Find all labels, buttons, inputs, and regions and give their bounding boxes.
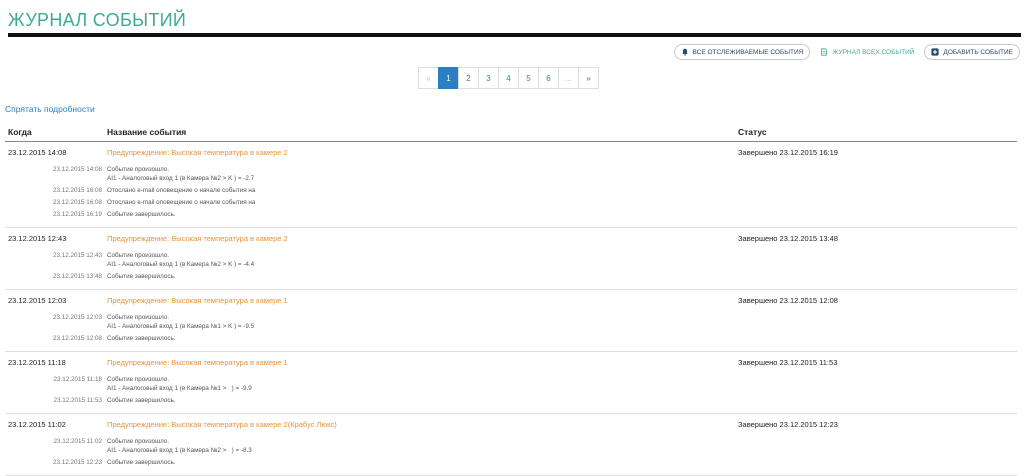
event-name-link[interactable]: Предупреждение: Высокая температура в ка… [107,234,288,243]
event-status: Завершено 23.12.2015 12:08 [738,296,838,305]
event-status: Завершено 23.12.2015 16:19 [738,148,838,157]
detail-line: 23.12.2015 12:23 Событие завершилось. [5,458,1017,467]
detail-line: 23.12.2015 12:03 Событие произошло. AI1 -… [5,313,1017,331]
event-row: 23.12.2015 12:03 Предупреждение: Высокая … [5,290,1017,352]
events-table: Когда Название события Статус 23.12.2015… [5,124,1017,476]
pagination-page-5[interactable]: 5 [518,67,539,89]
detail-line: 23.12.2015 11:02 Событие произошло. AI1 -… [5,437,1017,455]
pagination-page-2[interactable]: 2 [458,67,479,89]
hide-details-link[interactable]: Спрятать подробности [5,104,95,114]
detail-time: 23.12.2015 14:08 [52,166,102,173]
event-name-link[interactable]: Предупреждение: Высокая температура в ка… [107,420,337,429]
detail-line: 23.12.2015 12:08 Событие завершилось. [5,334,1017,343]
detail-text: Событие завершилось. [107,459,176,466]
event-when: 23.12.2015 12:43 [8,234,67,243]
pagination-ellipsis: ... [558,67,579,89]
event-summary: 23.12.2015 12:03 Предупреждение: Высокая … [5,290,1017,310]
event-details: 23.12.2015 12:43 Событие произошло. AI1 -… [5,248,1017,289]
add-event-button[interactable]: ДОБАВИТЬ СОБЫТИЕ [924,44,1020,60]
event-name-link[interactable]: Предупреждение: Высокая температура в ка… [107,148,288,157]
all-tracked-events-label: ВСЕ ОТСЛЕЖИВАЕМЫЕ СОБЫТИЯ [692,48,804,56]
detail-text: Событие произошло. AI1 - Аналоговый вход… [107,314,255,330]
page-title: ЖУРНАЛ СОБЫТИЙ [8,10,187,30]
detail-text: Отослано e-mail оповещение о начале собы… [107,187,256,194]
event-summary: 23.12.2015 14:08 Предупреждение: Высокая … [5,142,1017,162]
detail-text: Событие завершилось. [107,397,176,404]
event-summary: 23.12.2015 12:43 Предупреждение: Высокая … [5,228,1017,248]
event-status: Завершено 23.12.2015 12:23 [738,420,838,429]
event-row: 23.12.2015 12:43 Предупреждение: Высокая … [5,228,1017,290]
detail-time: 23.12.2015 11:53 [53,397,102,404]
column-when: Когда [8,127,32,137]
event-when: 23.12.2015 11:18 [8,358,66,367]
all-events-log-label: ЖУРНАЛ ВСЕХ СОБЫТИЙ [832,48,915,56]
events-body: 23.12.2015 14:08 Предупреждение: Высокая … [5,142,1017,476]
pagination-page-3[interactable]: 3 [478,67,499,89]
detail-text: Событие произошло. AI1 - Аналоговый вход… [107,376,252,392]
detail-line: 23.12.2015 11:53 Событие завершилось. [5,396,1017,405]
event-status: Завершено 23.12.2015 13:48 [738,234,838,243]
detail-line: 23.12.2015 13:48 Событие завершилось. [5,272,1017,281]
column-name: Название события [107,127,187,137]
detail-line: 23.12.2015 12:43 Событие произошло. AI1 -… [5,251,1017,269]
detail-time: 23.12.2015 11:02 [53,438,102,445]
event-name-link[interactable]: Предупреждение: Высокая температура в ка… [107,296,288,305]
pagination-prev[interactable]: « [418,67,439,89]
event-status: Завершено 23.12.2015 11:53 [738,358,838,367]
detail-text: Событие завершилось. [107,273,176,280]
column-status: Статус [738,127,767,137]
pagination-page-4[interactable]: 4 [498,67,519,89]
all-events-log-link[interactable]: ЖУРНАЛ ВСЕХ СОБЫТИЙ [820,48,914,56]
event-row: 23.12.2015 14:08 Предупреждение: Высокая … [5,142,1017,228]
pagination-page-6[interactable]: 6 [538,67,559,89]
detail-time: 23.12.2015 12:08 [52,335,102,342]
detail-text: Событие завершилось. [107,211,176,218]
detail-time: 23.12.2015 12:43 [52,252,102,259]
detail-time: 23.12.2015 11:18 [53,376,102,383]
document-icon [821,48,828,56]
event-when: 23.12.2015 12:03 [8,296,67,305]
detail-line: 23.12.2015 11:18 Событие произошло. AI1 -… [5,375,1017,393]
detail-time: 23.12.2015 16:19 [52,211,102,218]
detail-text: Событие произошло. AI1 - Аналоговый вход… [107,252,255,268]
detail-line: 23.12.2015 16:08 Отослано e-mail оповещен… [5,186,1017,195]
detail-time: 23.12.2015 16:08 [52,187,102,194]
event-details: 23.12.2015 14:08 Событие произошло. AI1 -… [5,162,1017,227]
title-divider [8,33,1021,37]
detail-text: Отослано e-mail оповещение о начале собы… [107,199,256,206]
event-summary: 23.12.2015 11:18 Предупреждение: Высокая … [5,352,1017,372]
event-summary: 23.12.2015 11:02 Предупреждение: Высокая … [5,414,1017,434]
detail-time: 23.12.2015 13:48 [52,273,102,280]
event-row: 23.12.2015 11:18 Предупреждение: Высокая … [5,352,1017,414]
pagination-next[interactable]: » [578,67,599,89]
table-header: Когда Название события Статус [5,124,1017,142]
detail-line: 23.12.2015 16:19 Событие завершилось. [5,210,1017,219]
detail-line: 23.12.2015 16:08 Отослано e-mail оповещен… [5,198,1017,207]
all-tracked-events-button[interactable]: ВСЕ ОТСЛЕЖИВАЕМЫЕ СОБЫТИЯ [673,44,811,60]
event-details: 23.12.2015 12:03 Событие произошло. AI1 -… [5,310,1017,351]
pagination: « 1 2 3 4 5 6 ... » [418,67,599,89]
bell-icon [681,48,688,56]
event-when: 23.12.2015 11:02 [8,420,66,429]
detail-time: 23.12.2015 12:03 [52,314,102,321]
event-row: 23.12.2015 11:02 Предупреждение: Высокая … [5,414,1017,476]
detail-time: 23.12.2015 16:08 [52,199,102,206]
detail-time: 23.12.2015 12:23 [52,459,102,466]
event-details: 23.12.2015 11:18 Событие произошло. AI1 -… [5,372,1017,413]
event-details: 23.12.2015 11:02 Событие произошло. AI1 -… [5,434,1017,475]
pagination-page-1[interactable]: 1 [438,67,459,89]
detail-text: Событие произошло. AI1 - Аналоговый вход… [107,438,252,454]
toolbar: ВСЕ ОТСЛЕЖИВАЕМЫЕ СОБЫТИЯ ЖУРНАЛ ВСЕХ СО… [673,44,1020,60]
detail-text: Событие произошло. AI1 - Аналоговый вход… [107,166,255,182]
detail-text: Событие завершилось. [107,335,176,342]
add-event-label: ДОБАВИТЬ СОБЫТИЕ [943,48,1013,56]
event-when: 23.12.2015 14:08 [8,148,67,157]
detail-line: 23.12.2015 14:08 Событие произошло. AI1 -… [5,165,1017,183]
event-name-link[interactable]: Предупреждение: Высокая температура в ка… [107,358,288,367]
plus-square-icon [931,48,940,56]
